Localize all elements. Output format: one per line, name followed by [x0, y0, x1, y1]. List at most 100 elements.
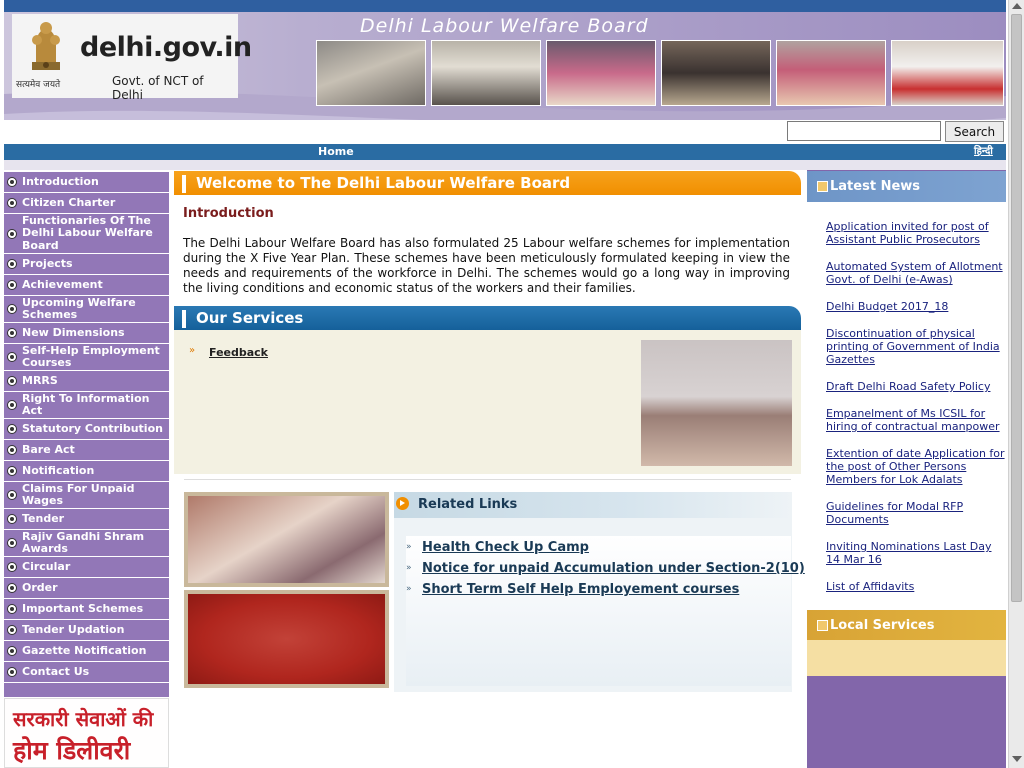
bullet-icon [7, 228, 17, 239]
banner-line-2: होम डिलीवरी [13, 736, 131, 765]
sidebar-item-rajiv-gandhi-shram-awards[interactable]: Rajiv Gandhi Shram Awards [4, 530, 169, 557]
sidebar-item-circular[interactable]: Circular [4, 557, 169, 578]
double-chevron-icon: » [406, 584, 412, 594]
related-links-panel: Related Links » Health Check Up Camp » N… [394, 492, 805, 692]
sidebar-item-label: Notification [22, 463, 95, 477]
news-item[interactable]: Inviting Nominations Last Day 14 Mar 16 [826, 540, 1006, 566]
square-bullet-icon [817, 620, 828, 631]
double-chevron-icon: » [406, 563, 412, 573]
sidebar-item-label: Introduction [22, 174, 99, 188]
photo-women-workshop [184, 492, 389, 587]
sidebar-item-statutory-contribution[interactable]: Statutory Contribution [4, 419, 169, 440]
sidebar-item-label: Achievement [22, 277, 103, 291]
sidebar-item-label: Order [22, 580, 58, 594]
sidebar-item-label: Tender Updation [22, 622, 125, 636]
bullet-icon [7, 376, 17, 386]
latest-news-list: Application invited for post of Assistan… [807, 202, 1006, 610]
sidebar-item-new-dimensions[interactable]: New Dimensions [4, 323, 169, 344]
bullet-icon [7, 424, 17, 434]
sidebar-item-mrrs[interactable]: MRRS [4, 371, 169, 392]
sidebar-item-introduction[interactable]: Introduction [4, 172, 169, 193]
sidebar-item-tender-updation[interactable]: Tender Updation [4, 620, 169, 641]
news-item[interactable]: Application invited for post of Assistan… [826, 220, 1006, 246]
bullet-icon [7, 466, 17, 476]
bullet-icon [7, 198, 17, 208]
sidebar-item-label: New Dimensions [22, 325, 125, 339]
site-title: Delhi Labour Welfare Board [360, 15, 649, 37]
sidebar-item-contact-us[interactable]: Contact Us [4, 662, 169, 683]
header-photo-road [431, 40, 541, 106]
scroll-down-arrow-icon[interactable] [1012, 756, 1022, 762]
logo-subtitle: Govt. of NCT of Delhi [112, 74, 204, 102]
photo-handicraft [184, 590, 389, 688]
services-photo [641, 340, 792, 466]
bullet-icon [7, 304, 17, 314]
related-link-health-camp[interactable]: Health Check Up Camp [422, 540, 589, 555]
double-chevron-icon: » [406, 542, 412, 552]
sidebar-item-citizen-charter[interactable]: Citizen Charter [4, 193, 169, 214]
news-item[interactable]: List of Affidavits [826, 580, 1006, 593]
sidebar-item-upcoming-welfare-schemes[interactable]: Upcoming Welfare Schemes [4, 296, 169, 323]
search-input[interactable] [787, 121, 941, 141]
logo[interactable]: delhi.gov.in सत्यमेव जयते Govt. of NCT o… [12, 14, 252, 102]
related-link-self-help-courses[interactable]: Short Term Self Help Employement courses [422, 582, 739, 597]
news-item[interactable]: Extention of date Application for the po… [826, 447, 1006, 486]
sidebar-item-order[interactable]: Order [4, 578, 169, 599]
logo-text: delhi.gov.in [80, 32, 252, 63]
related-link-unpaid-accumulation[interactable]: Notice for unpaid Accumulation under Sec… [422, 561, 805, 576]
news-item[interactable]: Delhi Budget 2017_18 [826, 300, 1006, 313]
photo-handicraft-image [188, 594, 385, 684]
sidebar-item-label: Projects [22, 256, 73, 270]
scroll-up-arrow-icon[interactable] [1012, 3, 1022, 9]
sidebar-item-label: Citizen Charter [22, 195, 116, 209]
nav-hindi-link[interactable]: हिन्दी [974, 144, 993, 160]
sidebar-item-right-to-information[interactable]: Right To Information Act [4, 392, 169, 419]
bullet-icon [7, 562, 17, 572]
bullet-icon [7, 177, 17, 187]
sidebar-item-label: Gazette Notification [22, 643, 147, 657]
feedback-link[interactable]: Feedback [209, 346, 268, 359]
photo-women-workshop-image [188, 496, 385, 583]
intro-body: The Delhi Labour Welfare Board has also … [183, 236, 790, 295]
sidebar-item-label: Contact Us [22, 664, 90, 678]
sidebar-item-projects[interactable]: Projects [4, 254, 169, 275]
bullet-icon [7, 604, 17, 614]
news-item[interactable]: Guidelines for Modal RFP Documents [826, 500, 1006, 526]
sidebar-item-bare-act[interactable]: Bare Act [4, 440, 169, 461]
related-links-title: Related Links [418, 497, 518, 512]
news-item[interactable]: Empanelment of Ms ICSIL for hiring of co… [826, 407, 1006, 433]
search-bar: Search [4, 120, 1006, 144]
news-item[interactable]: Discontinuation of physical printing of … [826, 327, 1006, 366]
bullet-icon [7, 583, 17, 593]
news-item[interactable]: Automated System of Allotment Govt. of D… [826, 260, 1006, 286]
sidebar-item-label: Functionaries Of The Delhi Labour Welfar… [22, 213, 153, 252]
welcome-title: Welcome to The Delhi Labour Welfare Boar… [196, 174, 571, 192]
sidebar-item-functionaries[interactable]: Functionaries Of The Delhi Labour Welfar… [4, 214, 169, 254]
sidebar-item-label: Upcoming Welfare Schemes [22, 295, 136, 321]
sidebar-item-notification[interactable]: Notification [4, 461, 169, 482]
sidebar-item-achievement[interactable]: Achievement [4, 275, 169, 296]
sidebar-item-label: Bare Act [22, 442, 75, 456]
page: delhi.gov.in सत्यमेव जयते Govt. of NCT o… [0, 0, 1024, 768]
sidebar-item-label: Right To Information Act [22, 391, 150, 417]
scroll-thumb[interactable] [1011, 14, 1022, 602]
sidebar-item-tender[interactable]: Tender [4, 509, 169, 530]
sidebar-item-claims-for-unpaid-wages[interactable]: Claims For Unpaid Wages [4, 482, 169, 509]
sidebar-item-label: Statutory Contribution [22, 421, 163, 435]
sidebar-item-important-schemes[interactable]: Important Schemes [4, 599, 169, 620]
search-button[interactable]: Search [945, 121, 1004, 142]
top-strip [4, 0, 1006, 12]
bullet-icon [7, 490, 17, 500]
local-services-header: Local Services [807, 610, 1006, 640]
vertical-scrollbar[interactable] [1008, 0, 1024, 768]
divider [184, 479, 791, 480]
nav-home-link[interactable]: Home [318, 144, 354, 160]
sidebar-item-gazette-notification[interactable]: Gazette Notification [4, 641, 169, 662]
home-delivery-banner[interactable]: सरकारी सेवाओं की होम डिलीवरी [4, 698, 169, 768]
sidebar-item-self-help-employment-courses[interactable]: Self-Help Employment Courses [4, 344, 169, 371]
tick-icon [182, 310, 186, 328]
news-item[interactable]: Draft Delhi Road Safety Policy [826, 380, 1006, 393]
services-panel: » Feedback [174, 330, 801, 474]
related-links-list: » Health Check Up Camp » Notice for unpa… [406, 536, 805, 686]
bullet-icon [7, 514, 17, 524]
